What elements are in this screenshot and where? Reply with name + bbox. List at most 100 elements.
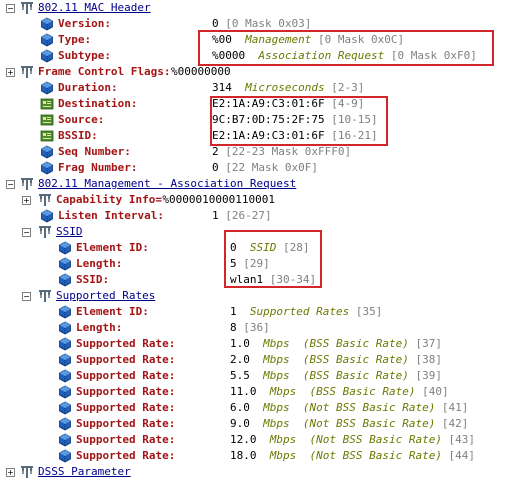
raw-value: %0000010000110001: [162, 193, 275, 206]
value-description: Mbps (Not BSS Basic Rate): [263, 417, 436, 430]
field-label: Element ID:: [76, 241, 149, 254]
tree-row-element-id[interactable]: Element ID: 1 Supported Rates [35]: [0, 304, 512, 320]
tree-row-seq-number[interactable]: Seq Number: 2 [22-23 Mask 0xFFF0]: [0, 144, 512, 160]
tree-row-type[interactable]: Type: %00 Management [0 Mask 0x0C]: [0, 32, 512, 48]
field-label: BSSID:: [58, 129, 98, 142]
tree-row-frame-control-flags[interactable]: + Frame Control Flags: %00000000: [0, 64, 512, 80]
field-value: 0 [22 Mask 0x0F]: [212, 160, 318, 176]
byte-offset: [2-3]: [324, 81, 365, 94]
raw-value: 0: [212, 161, 226, 174]
tree-row-802-11-mac-header[interactable]: − 802.11 MAC Header: [0, 0, 512, 16]
protocol-tree-icon: [38, 225, 52, 239]
byte-offset: [41]: [435, 401, 469, 414]
tree-row-bssid[interactable]: BSSID: E2:1A:A9:C3:01:6F [16-21]: [0, 128, 512, 144]
value-description: Mbps (Not BSS Basic Rate): [269, 449, 442, 462]
raw-value: 1: [230, 305, 250, 318]
tree-row-duration[interactable]: Duration: 314 Microseconds [2-3]: [0, 80, 512, 96]
field-label: Length:: [76, 321, 123, 334]
field-label: 802.11 Management - Association Request: [38, 177, 297, 190]
field-label: Supported Rate:: [76, 433, 176, 446]
tree-row-subtype[interactable]: Subtype: %0000 Association Request [0 Mas…: [0, 48, 512, 64]
raw-value: wlan1: [230, 273, 270, 286]
field-value: E2:1A:A9:C3:01:6F [16-21]: [212, 128, 378, 144]
field-value: 5.5 Mbps (BSS Basic Rate) [39]: [230, 368, 442, 384]
tree-row-destination[interactable]: Destination: E2:1A:A9:C3:01:6F [4-9]: [0, 96, 512, 112]
byte-offset: [22-23 Mask 0xFFF0]: [225, 145, 352, 158]
raw-value: E2:1A:A9:C3:01:6F: [212, 97, 332, 110]
value-description: Supported Rates: [249, 305, 350, 318]
raw-value: %00000000: [171, 65, 231, 78]
tree-row-supported-rate[interactable]: Supported Rate: 12.0 Mbps (Not BSS Basic …: [0, 432, 512, 448]
raw-value: %00: [212, 33, 246, 46]
tree-row-supported-rate[interactable]: Supported Rate: 1.0 Mbps (BSS Basic Rate)…: [0, 336, 512, 352]
tree-row-802-11-management-association-request[interactable]: − 802.11 Management - Association Request: [0, 176, 512, 192]
raw-value: 18.0: [230, 449, 270, 462]
byte-offset: [38]: [408, 353, 442, 366]
byte-offset: [0 Mask 0x03]: [225, 17, 312, 30]
field-value: 2.0 Mbps (BSS Basic Rate) [38]: [230, 352, 442, 368]
protocol-tree-icon: [20, 465, 34, 479]
raw-value: 2.0: [230, 353, 264, 366]
field-icon: [40, 49, 54, 63]
collapse-icon[interactable]: −: [22, 228, 31, 237]
tree-row-supported-rates[interactable]: − Supported Rates: [0, 288, 512, 304]
packet-decode-tree[interactable]: − 802.11 MAC Header Version: 0 [0 Mask 0x03…: [0, 0, 512, 478]
tree-row-length[interactable]: Length: 8 [36]: [0, 320, 512, 336]
tree-row-supported-rate[interactable]: Supported Rate: 9.0 Mbps (Not BSS Basic R…: [0, 416, 512, 432]
raw-value: 12.0: [230, 433, 270, 446]
tree-row-capability-info[interactable]: + Capability Info= %0000010000110001: [0, 192, 512, 208]
raw-value: E2:1A:A9:C3:01:6F: [212, 129, 332, 142]
tree-row-source[interactable]: Source: 9C:B7:0D:75:2F:75 [10-15]: [0, 112, 512, 128]
tree-row-ssid[interactable]: − SSID: [0, 224, 512, 240]
byte-offset: [10-15]: [331, 113, 378, 126]
tree-row-supported-rate[interactable]: Supported Rate: 2.0 Mbps (BSS Basic Rate)…: [0, 352, 512, 368]
value-description: Mbps (Not BSS Basic Rate): [269, 433, 442, 446]
protocol-tree-icon: [20, 177, 34, 191]
tree-row-supported-rate[interactable]: Supported Rate: 18.0 Mbps (Not BSS Basic …: [0, 448, 512, 464]
tree-row-frag-number[interactable]: Frag Number: 0 [22 Mask 0x0F]: [0, 160, 512, 176]
field-icon: [58, 385, 72, 399]
field-value: 314 Microseconds [2-3]: [212, 80, 364, 96]
field-label: Supported Rate:: [76, 353, 176, 366]
byte-offset: [40]: [415, 385, 449, 398]
field-icon: [40, 209, 54, 223]
tree-row-length[interactable]: Length: 5 [29]: [0, 256, 512, 272]
field-value: 6.0 Mbps (Not BSS Basic Rate) [41]: [230, 400, 468, 416]
field-icon: [58, 321, 72, 335]
tree-row-version[interactable]: Version: 0 [0 Mask 0x03]: [0, 16, 512, 32]
protocol-tree-icon: [38, 193, 52, 207]
collapse-icon[interactable]: −: [6, 4, 15, 13]
collapse-icon[interactable]: −: [6, 180, 15, 189]
expand-icon[interactable]: +: [22, 196, 31, 205]
field-label: Subtype:: [58, 49, 111, 62]
value-description: Microseconds: [245, 81, 325, 94]
expand-icon[interactable]: +: [6, 468, 15, 477]
tree-row-element-id[interactable]: Element ID: 0 SSID [28]: [0, 240, 512, 256]
tree-row-supported-rate[interactable]: Supported Rate: 11.0 Mbps (BSS Basic Rate…: [0, 384, 512, 400]
field-value: 1 [26-27]: [212, 208, 272, 224]
tree-row-supported-rate[interactable]: Supported Rate: 6.0 Mbps (Not BSS Basic R…: [0, 400, 512, 416]
expand-icon[interactable]: +: [6, 68, 15, 77]
value-description: Association Request: [258, 49, 385, 62]
protocol-tree-icon: [38, 289, 52, 303]
tree-row-listen-interval[interactable]: Listen Interval: 1 [26-27]: [0, 208, 512, 224]
field-label: Seq Number:: [58, 145, 131, 158]
collapse-icon[interactable]: −: [22, 292, 31, 301]
field-icon: [58, 241, 72, 255]
field-label: 802.11 MAC Header: [38, 1, 151, 14]
field-value: wlan1 [30-34]: [230, 272, 316, 288]
raw-value: 314: [212, 81, 246, 94]
tree-row-supported-rate[interactable]: Supported Rate: 5.5 Mbps (BSS Basic Rate)…: [0, 368, 512, 384]
tree-row-dsss-parameter[interactable]: + DSSS Parameter: [0, 464, 512, 480]
field-value: 11.0 Mbps (BSS Basic Rate) [40]: [230, 384, 449, 400]
raw-value: 2: [212, 145, 226, 158]
field-label: Element ID:: [76, 305, 149, 318]
field-value: 5 [29]: [230, 256, 270, 272]
tree-row-ssid[interactable]: SSID: wlan1 [30-34]: [0, 272, 512, 288]
field-icon: [58, 417, 72, 431]
byte-offset: [30-34]: [269, 273, 317, 286]
field-icon: [40, 145, 54, 159]
field-value: 8 [36]: [230, 320, 270, 336]
byte-offset: [36]: [243, 321, 270, 334]
field-icon: [40, 17, 54, 31]
